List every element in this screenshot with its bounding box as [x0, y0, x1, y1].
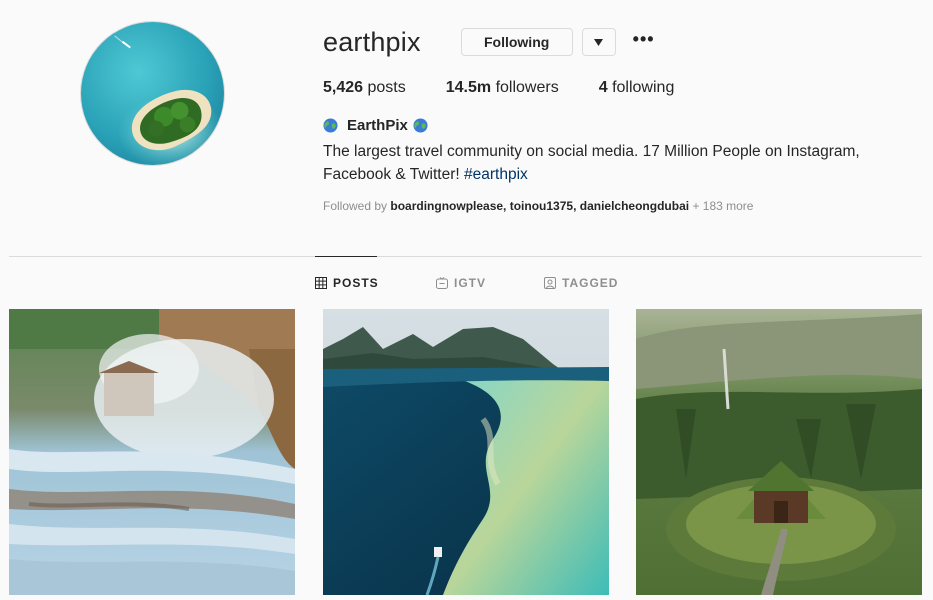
profile-tabs: POSTS IGTV TAGGED	[0, 276, 933, 292]
post-tile[interactable]	[323, 309, 609, 595]
profile-avatar[interactable]	[80, 21, 225, 166]
profile-full-name: EarthPix	[347, 117, 408, 134]
triangle-down-icon	[594, 38, 604, 46]
thermal-terraces-photo	[9, 309, 295, 595]
grid-icon	[315, 277, 327, 289]
following-count: 4	[598, 79, 608, 96]
tagged-icon	[544, 277, 556, 289]
lagoon-coastline-photo	[323, 309, 609, 595]
posts-label: posts	[367, 79, 406, 96]
igtv-icon	[436, 277, 448, 289]
post-tile[interactable]	[636, 309, 922, 595]
followed-by-prefix: Followed by	[323, 199, 388, 213]
bio-text: The largest travel community on social m…	[323, 143, 860, 183]
island-avatar-image	[81, 22, 224, 165]
profile-full-name-row: EarthPix	[323, 117, 428, 134]
following-label: following	[612, 79, 675, 96]
tab-tagged-label: TAGGED	[562, 276, 619, 290]
profile-stats: 5,426 posts 14.5m followers 4 following	[323, 79, 714, 97]
active-tab-indicator	[315, 256, 377, 257]
followers-count: 14.5m	[445, 79, 492, 96]
profile-username: earthpix	[323, 26, 421, 57]
suggestions-dropdown-button[interactable]	[581, 28, 616, 56]
posts-count: 5,426	[323, 79, 364, 96]
followed-by-more: + 183 more	[692, 199, 754, 213]
post-tile[interactable]	[9, 309, 295, 595]
following-button[interactable]: Following	[460, 28, 573, 56]
tab-posts-label: POSTS	[333, 276, 379, 290]
globe-icon	[413, 118, 428, 133]
tab-tagged[interactable]: TAGGED	[544, 276, 618, 290]
tab-igtv[interactable]: IGTV	[436, 276, 486, 290]
followed-by-names: boardingnowplease, toinou1375, danielche…	[390, 199, 690, 213]
followed-by-line[interactable]: Followed by boardingnowplease, toinou137…	[323, 199, 753, 213]
turf-house-photo	[636, 309, 922, 595]
profile-header-row: earthpix Following •••	[323, 26, 655, 58]
posts-count-stat: 5,426 posts	[323, 79, 406, 97]
tabs-divider	[9, 256, 922, 257]
followers-count-stat[interactable]: 14.5m followers	[446, 79, 559, 97]
tab-igtv-label: IGTV	[454, 276, 487, 290]
more-options-icon[interactable]: •••	[633, 30, 655, 54]
tab-posts[interactable]: POSTS	[315, 276, 379, 290]
bio-hashtag-link[interactable]: #earthpix	[464, 166, 528, 183]
globe-icon	[323, 118, 338, 133]
following-count-stat[interactable]: 4 following	[599, 79, 675, 97]
followers-label: followers	[495, 79, 559, 96]
profile-bio: The largest travel community on social m…	[323, 140, 913, 186]
